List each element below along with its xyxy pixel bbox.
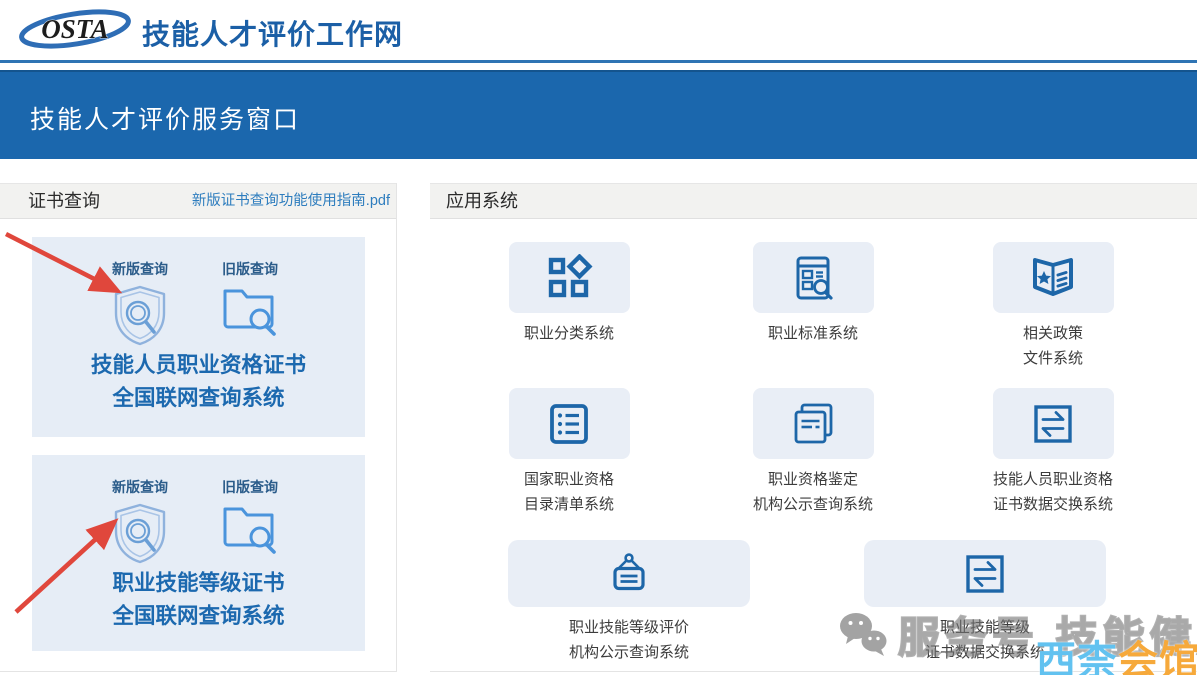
- app-tile[interactable]: [992, 242, 1114, 313]
- app-label-line2: 机构公示查询系统: [752, 496, 873, 513]
- page: OSTA 技能人才评价工作网 技能人才评价服务窗口 证书查询 新版证书查询功能使…: [0, 0, 1197, 675]
- service-banner: 技能人才评价服务窗口: [0, 70, 1197, 159]
- shield-search-icon[interactable]: [85, 501, 195, 570]
- app-tile[interactable]: [752, 388, 874, 459]
- app-tile[interactable]: [752, 242, 874, 313]
- board-icon: [613, 552, 645, 590]
- app-tile[interactable]: [508, 242, 630, 313]
- app-label-line1: 职业资格鉴定: [767, 471, 858, 488]
- app-appraisal-institution-query[interactable]: 职业资格鉴定 机构公示查询系统: [713, 388, 913, 517]
- standard-icon: [796, 256, 833, 300]
- app-skill-level-data-exchange[interactable]: 职业技能等级 证书数据交换系统: [855, 540, 1115, 665]
- card-title[interactable]: 职业技能等级证书 全国联网查询系统: [32, 567, 365, 633]
- app-label-line2: 目录清单系统: [523, 496, 614, 513]
- app-tile[interactable]: [864, 540, 1106, 607]
- new-version-label[interactable]: 新版查询: [85, 259, 195, 279]
- card-title-line1: 职业技能等级证书: [112, 571, 285, 595]
- app-label-line1: 职业技能等级: [939, 619, 1030, 636]
- exchange-icon: [966, 554, 1004, 593]
- app-label: 职业资格鉴定 机构公示查询系统: [753, 467, 873, 517]
- old-version-label[interactable]: 旧版查询: [195, 477, 305, 497]
- app-qualification-catalog[interactable]: 国家职业资格 目录清单系统: [469, 388, 669, 517]
- top-header: OSTA 技能人才评价工作网: [0, 0, 1197, 60]
- folder-search-icon[interactable]: [195, 501, 305, 560]
- app-label-line1: 职业技能等级评价: [568, 619, 689, 636]
- catalog-icon: [550, 403, 588, 444]
- app-qualification-data-exchange[interactable]: 技能人员职业资格 证书数据交换系统: [953, 388, 1153, 517]
- app-occupation-standard[interactable]: 职业标准系统: [713, 242, 913, 346]
- svg-text:OSTA: OSTA: [41, 14, 109, 44]
- vocational-qualification-cert-card[interactable]: 新版查询 旧版查询 技能人员职业资格证书 全国联网查询系统: [32, 237, 365, 437]
- app-label: 职业技能等级 证书数据交换系统: [925, 615, 1045, 665]
- policy-icon: [1033, 257, 1073, 296]
- certificate-panel-header: 证书查询 新版证书查询功能使用指南.pdf: [0, 183, 396, 219]
- guide-pdf-link[interactable]: 新版证书查询功能使用指南.pdf: [192, 184, 390, 219]
- app-tile[interactable]: [508, 540, 750, 607]
- app-label: 职业分类系统: [523, 325, 614, 342]
- apps-panel-title: 应用系统: [446, 191, 518, 211]
- skill-level-cert-card[interactable]: 新版查询 旧版查询 职业技能等级证书 全国联网查询系统: [32, 455, 365, 651]
- app-label-line1: 国家职业资格: [523, 471, 614, 488]
- header-divider: [0, 60, 1197, 63]
- apps-panel-header: 应用系统: [430, 183, 1197, 219]
- card-title-line1: 技能人员职业资格证书: [90, 353, 306, 377]
- app-label: 技能人员职业资格 证书数据交换系统: [993, 467, 1113, 517]
- app-label-line2: 证书数据交换系统: [924, 644, 1045, 661]
- app-tile[interactable]: [992, 388, 1114, 459]
- card-title-line2: 全国联网查询系统: [112, 386, 285, 410]
- app-label-line2: 文件系统: [1022, 350, 1083, 367]
- app-label: 相关政策 文件系统: [1023, 321, 1083, 371]
- banner-title: 技能人才评价服务窗口: [30, 106, 301, 134]
- app-label-line2: 机构公示查询系统: [568, 644, 689, 661]
- exchange-icon: [1034, 404, 1072, 443]
- app-label-line1: 相关政策: [1022, 325, 1083, 342]
- app-label: 职业技能等级评价 机构公示查询系统: [569, 615, 689, 665]
- card-title[interactable]: 技能人员职业资格证书 全国联网查询系统: [32, 349, 365, 415]
- category-icon: [548, 253, 593, 297]
- osta-logo-icon: OSTA: [16, 5, 134, 58]
- old-version-label[interactable]: 旧版查询: [195, 259, 305, 279]
- new-version-label[interactable]: 新版查询: [85, 477, 195, 497]
- app-policy-documents[interactable]: 相关政策 文件系统: [953, 242, 1153, 371]
- appraisal-icon: [794, 403, 833, 443]
- app-skill-level-evaluation-query[interactable]: 职业技能等级评价 机构公示查询系统: [499, 540, 759, 665]
- app-tile[interactable]: [508, 388, 630, 459]
- app-label: 职业标准系统: [767, 325, 858, 342]
- card-title-line2: 全国联网查询系统: [112, 604, 285, 628]
- app-label-line1: 技能人员职业资格: [992, 471, 1113, 488]
- shield-search-icon[interactable]: [85, 283, 195, 352]
- site-title: 技能人才评价工作网: [142, 19, 404, 50]
- app-label-line2: 证书数据交换系统: [992, 496, 1113, 513]
- application-systems-panel: 应用系统 职业分类系统 职业标准系统 相关政策 文件系统 国家职业资格 目录清单…: [430, 183, 1197, 672]
- app-occupation-classification[interactable]: 职业分类系统: [469, 242, 669, 346]
- folder-search-icon[interactable]: [195, 283, 305, 342]
- app-label: 国家职业资格 目录清单系统: [524, 467, 614, 517]
- certificate-query-panel: 证书查询 新版证书查询功能使用指南.pdf 新版查询 旧版查询 技能人员职业资格…: [0, 183, 397, 672]
